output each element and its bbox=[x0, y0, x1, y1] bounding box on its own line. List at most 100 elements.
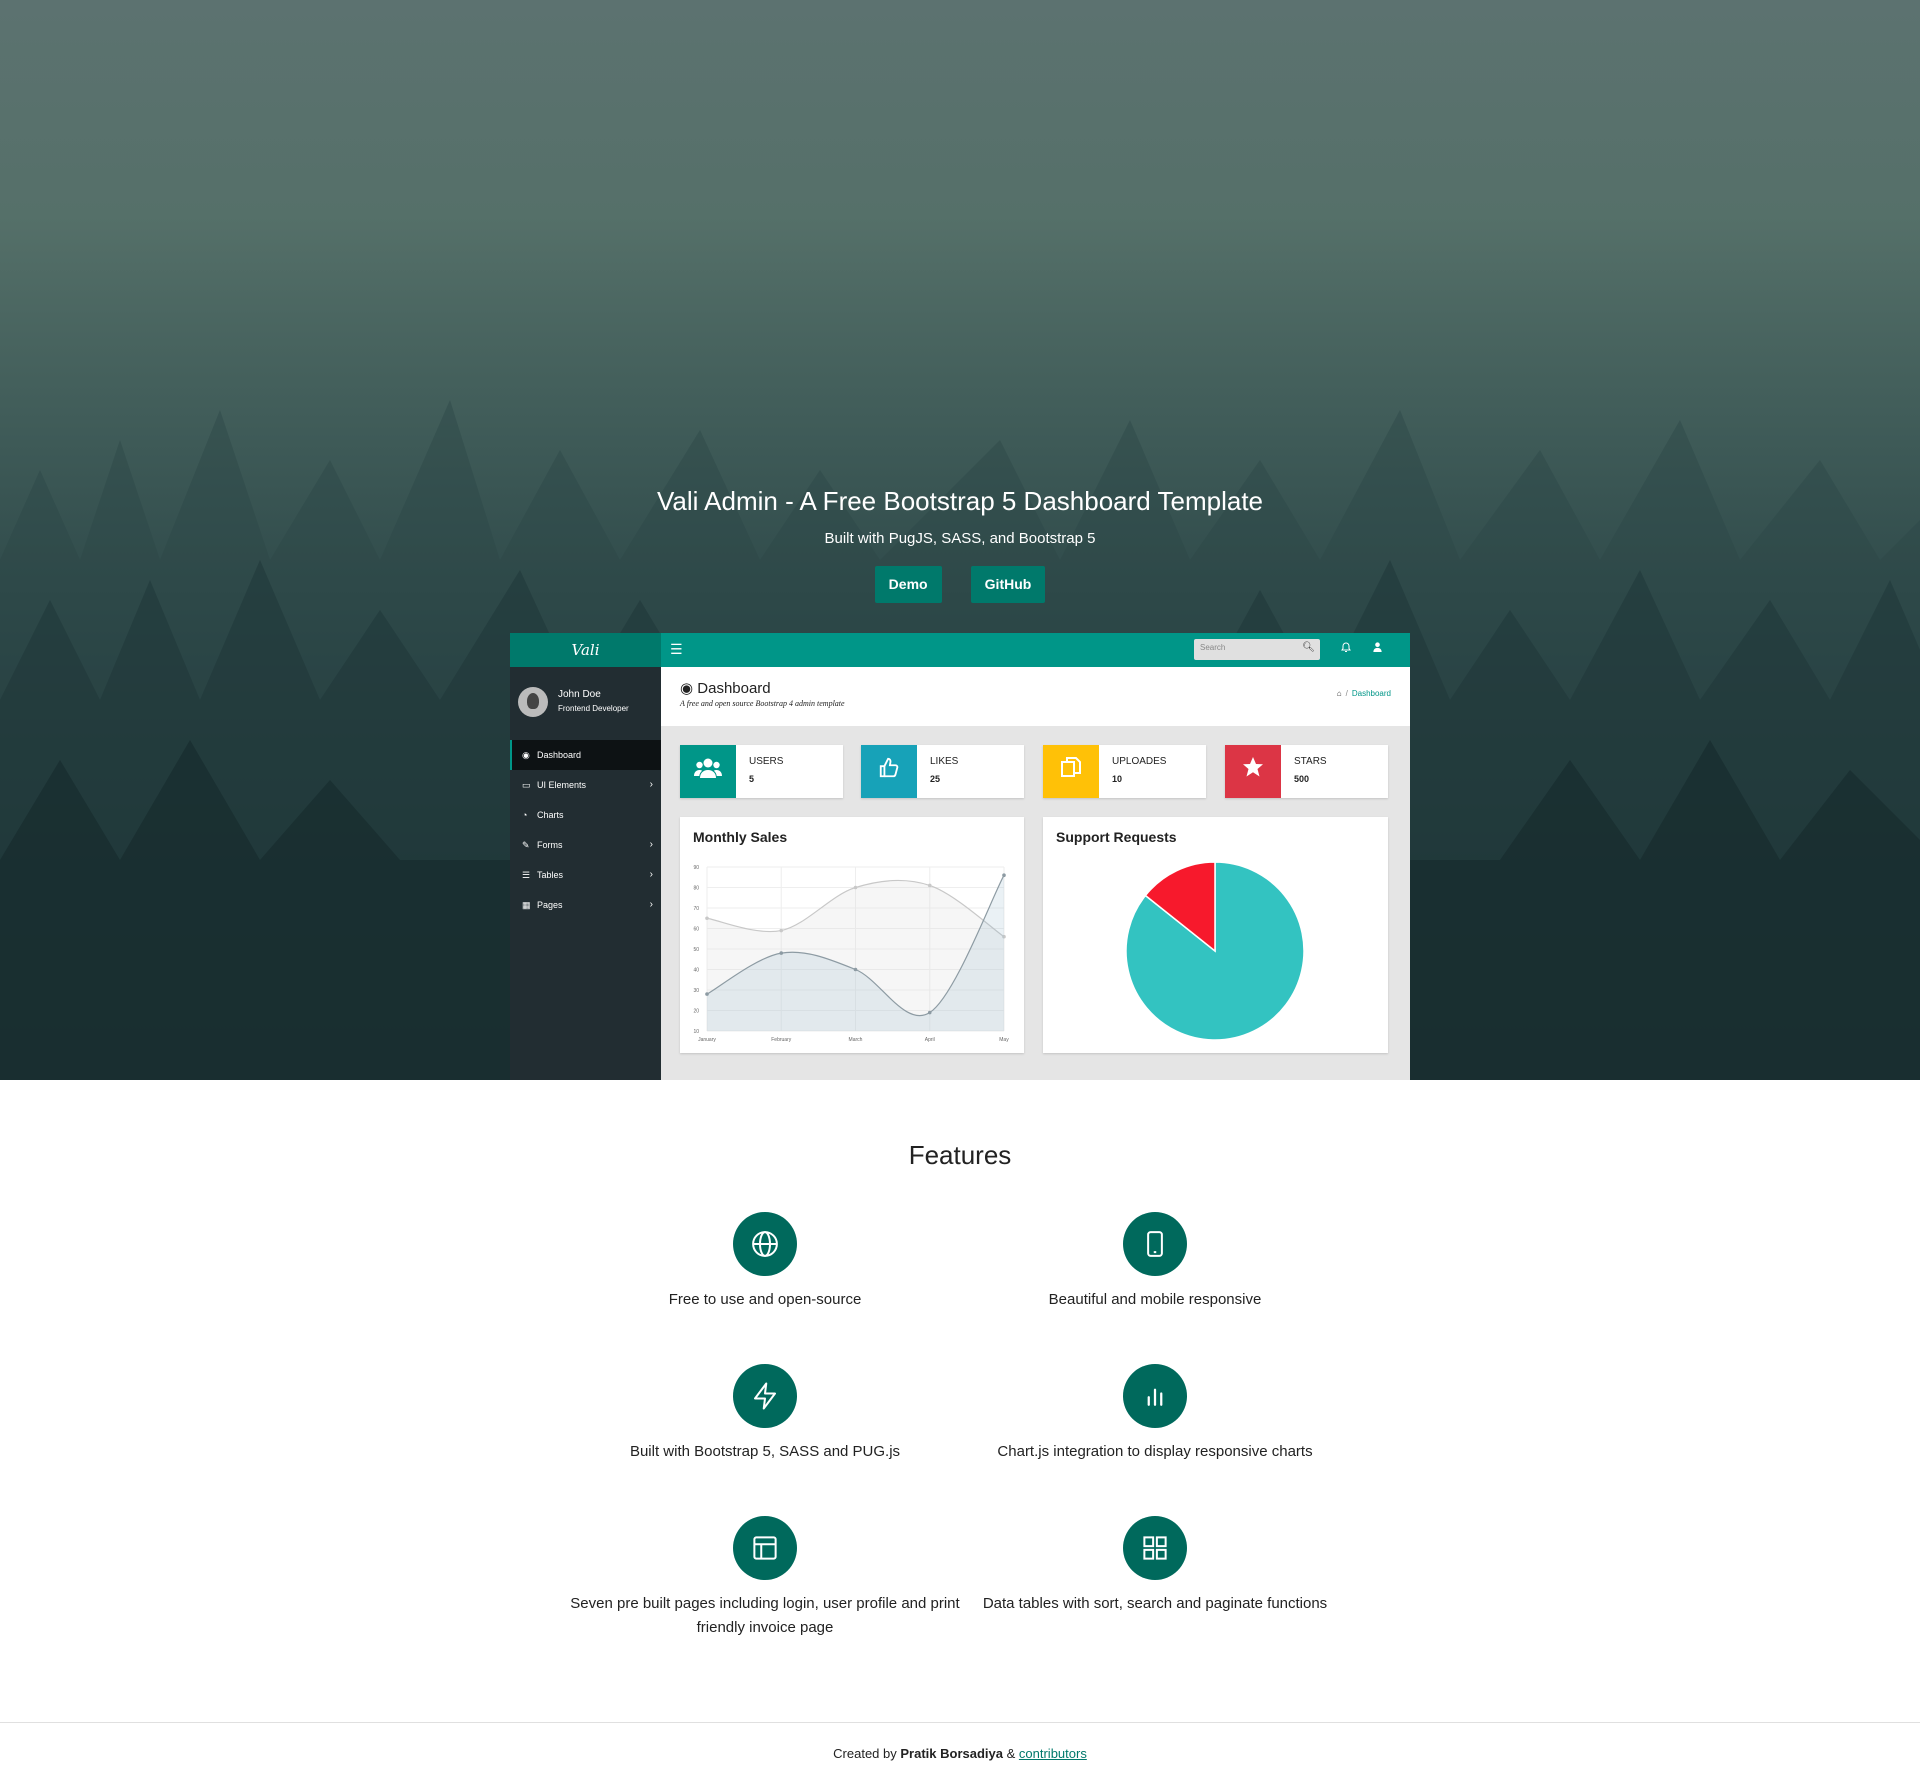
globe-icon bbox=[733, 1212, 797, 1276]
feature-item: Beautiful and mobile responsive bbox=[955, 1212, 1355, 1312]
footer-amp: & bbox=[1006, 1746, 1016, 1761]
files-icon bbox=[1043, 745, 1099, 798]
x-tick-label: May bbox=[999, 1037, 1009, 1043]
avatar bbox=[518, 687, 548, 717]
mobile-icon bbox=[1123, 1212, 1187, 1276]
sidebar-item-label: Forms bbox=[537, 840, 563, 850]
feature-item: Free to use and open-source bbox=[565, 1212, 965, 1312]
widget-value: 10 bbox=[1112, 774, 1123, 784]
sidebar-item-label: Tables bbox=[537, 870, 564, 880]
page-title-text: Dashboard bbox=[697, 680, 771, 697]
y-tick-label: 40 bbox=[693, 968, 699, 974]
sidebar-item-tables: ☰ Tables › bbox=[510, 860, 661, 890]
footer-author: Pratik Borsadiya bbox=[900, 1746, 1003, 1761]
data-point bbox=[853, 967, 858, 972]
sidebar-item-label: UI Elements bbox=[537, 780, 587, 790]
table-icon: ☰ bbox=[522, 870, 531, 880]
hero-buttons: Demo GitHub bbox=[0, 566, 1920, 603]
breadcrumb-separator: / bbox=[1345, 689, 1348, 698]
support-requests-chart bbox=[1125, 861, 1305, 1041]
footer: Created by Pratik Borsadiya & contributo… bbox=[0, 1746, 1920, 1761]
breadcrumb: ⌂ / Dashboard bbox=[1337, 689, 1391, 698]
feature-item: Data tables with sort, search and pagina… bbox=[955, 1516, 1355, 1616]
y-tick-label: 10 bbox=[693, 1029, 699, 1035]
feature-item: Chart.js integration to display responsi… bbox=[955, 1364, 1355, 1464]
dashboard-preview: Vali ☰ Search 🔍︎ John Doe Frontend Devel… bbox=[510, 633, 1410, 1080]
monthly-sales-chart: 10 20 30 40 50 60 70 80 90 January February March Ap… bbox=[693, 865, 1009, 1043]
file-icon: ▦ bbox=[522, 900, 531, 910]
users-icon bbox=[680, 745, 736, 798]
sidebar-item-label: Dashboard bbox=[537, 750, 582, 760]
chevron-right-icon: › bbox=[649, 779, 653, 790]
y-tick-label: 30 bbox=[693, 988, 699, 994]
widget-value: 5 bbox=[749, 774, 755, 784]
bell-icon bbox=[1340, 641, 1352, 656]
home-icon: ⌂ bbox=[1336, 689, 1342, 698]
page-subtitle: A free and open source Bootstrap 4 admin… bbox=[680, 699, 845, 708]
features-title: Features bbox=[908, 1140, 1012, 1170]
user-role: Frontend Developer bbox=[558, 704, 629, 713]
sidebar-item-dashboard: ◉ Dashboard bbox=[510, 740, 661, 770]
chevron-right-icon: › bbox=[649, 869, 653, 880]
feature-item: Built with Bootstrap 5, SASS and PUG.js bbox=[565, 1364, 965, 1464]
y-tick-label: 20 bbox=[693, 1009, 699, 1015]
breadcrumb-item: Dashboard bbox=[1351, 689, 1391, 698]
feature-text: Data tables with sort, search and pagina… bbox=[982, 1595, 1328, 1612]
feature-item: Seven pre built pages including login, u… bbox=[565, 1516, 965, 1640]
widget-likes: LIKES 25 bbox=[861, 745, 1024, 798]
sidebar-item-label: Pages bbox=[537, 900, 563, 910]
monthly-sales-tile: Monthly Sales 10 20 30 40 50 60 70 80 90 January F… bbox=[680, 817, 1024, 1053]
search-placeholder: Search bbox=[1200, 643, 1226, 652]
edit-icon: ✎ bbox=[522, 840, 530, 850]
y-tick-label: 60 bbox=[693, 927, 699, 933]
x-tick-label: January bbox=[698, 1037, 716, 1043]
x-tick-label: February bbox=[771, 1037, 792, 1043]
widget-label: LIKES bbox=[930, 756, 959, 767]
data-point bbox=[779, 951, 784, 955]
support-requests-tile: Support Requests bbox=[1043, 817, 1388, 1053]
widget-label: USERS bbox=[749, 756, 784, 767]
hamburger-icon: ☰ bbox=[670, 642, 683, 658]
dashboard-icon: ◉ bbox=[522, 750, 530, 760]
chevron-right-icon: › bbox=[649, 839, 653, 850]
layout-icon bbox=[733, 1516, 797, 1580]
widget-value: 500 bbox=[1294, 774, 1310, 784]
hero-title: Vali Admin - A Free Bootstrap 5 Dashboar… bbox=[656, 486, 1264, 516]
feature-text: Chart.js integration to display responsi… bbox=[997, 1443, 1313, 1460]
chevron-right-icon: › bbox=[649, 899, 653, 910]
sidebar-item-ui-elements: ▭ UI Elements › bbox=[510, 770, 661, 800]
sidebar-item-label: Charts bbox=[537, 810, 564, 820]
y-tick-label: 70 bbox=[693, 906, 699, 912]
user-name: John Doe bbox=[558, 689, 601, 700]
lightning-icon bbox=[733, 1364, 797, 1428]
search-icon: 🔍︎ bbox=[1302, 642, 1315, 653]
feature-text: Seven pre built pages including login, u… bbox=[570, 1595, 960, 1636]
preview-content: ◉ Dashboard A free and open source Boots… bbox=[661, 667, 1410, 1080]
y-tick-label: 90 bbox=[693, 865, 699, 871]
data-point bbox=[1002, 873, 1006, 877]
sidebar-item-pages: ▦ Pages › bbox=[510, 890, 661, 920]
contributors-link[interactable]: contributors bbox=[1019, 1746, 1087, 1761]
footer-divider bbox=[0, 1722, 1920, 1723]
hero-subtitle: Built with PugJS, SASS, and Bootstrap 5 bbox=[824, 530, 1096, 547]
sidebar-menu: ◉ Dashboard ▭ UI Elements › ◔ Charts ✎ Forms ›… bbox=[510, 740, 661, 920]
x-tick-label: March bbox=[849, 1037, 863, 1043]
hero-section: Vali Admin - A Free Bootstrap 5 Dashboar… bbox=[0, 0, 1920, 1080]
widget-uploads: UPLOADES 10 bbox=[1043, 745, 1206, 798]
y-tick-label: 80 bbox=[693, 886, 699, 892]
y-tick-label: 50 bbox=[693, 947, 699, 953]
dashboard-icon: ◉ bbox=[680, 680, 698, 697]
feature-text: Built with Bootstrap 5, SASS and PUG.js bbox=[629, 1443, 901, 1460]
data-point bbox=[853, 885, 858, 890]
preview-title-bar: ◉ Dashboard A free and open source Boots… bbox=[661, 667, 1410, 726]
widget-value: 25 bbox=[930, 774, 941, 784]
demo-button[interactable]: Demo bbox=[874, 566, 942, 603]
bar-chart-icon bbox=[1123, 1364, 1187, 1428]
preview-sidebar: John Doe Frontend Developer ◉ Dashboard ▭… bbox=[510, 667, 661, 1080]
feature-text: Free to use and open-source bbox=[668, 1291, 862, 1308]
preview-logo: Vali bbox=[510, 633, 661, 667]
sidebar-item-charts: ◔ Charts bbox=[510, 800, 661, 830]
github-button[interactable]: GitHub bbox=[970, 566, 1046, 603]
widget-label: STARS bbox=[1294, 756, 1327, 767]
data-point bbox=[927, 883, 932, 888]
